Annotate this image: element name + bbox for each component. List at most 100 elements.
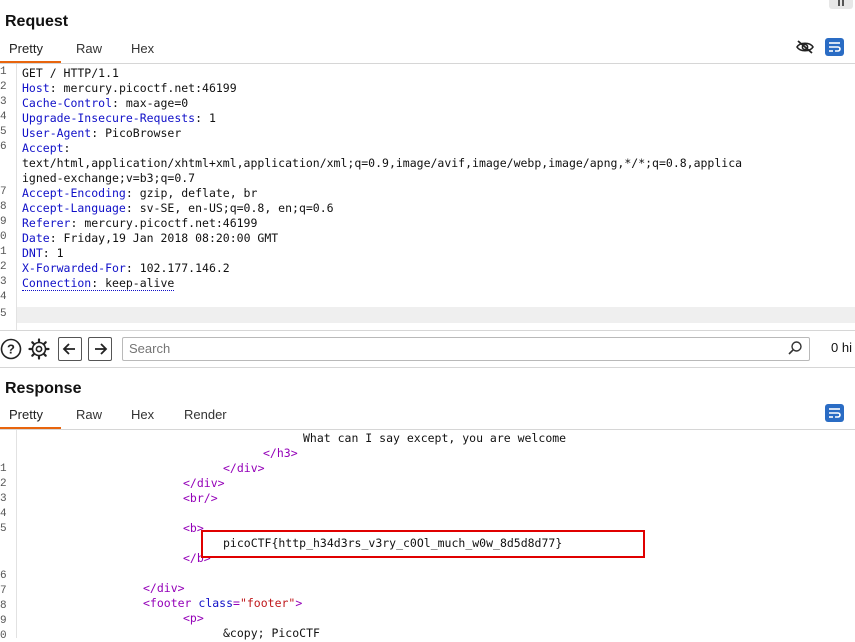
html-tag: </div> (143, 581, 185, 595)
response-panel: Response Pretty Raw Hex Render 1 2 3 4 5… (0, 368, 855, 642)
response-gutter-border (16, 430, 17, 638)
header-value: : 102.177.146.2 (125, 261, 230, 275)
line-number: 0 (0, 630, 7, 642)
line-number: 4 (0, 508, 7, 520)
header-name: X-Forwarded-For (22, 261, 126, 275)
request-line: text/html,application/xhtml+xml,applicat… (22, 156, 742, 170)
back-arrow-icon[interactable] (58, 337, 82, 361)
flag-text: picoCTF{http_h34d3rs_v3ry_c0Ol_much_w0w_… (223, 536, 563, 550)
line-number: 2 (0, 261, 7, 273)
search-input[interactable] (123, 338, 779, 358)
header-name: Accept (22, 141, 64, 155)
request-gutter-border (16, 64, 17, 330)
html-tag: <footer (143, 596, 199, 610)
header-value: : (63, 141, 71, 155)
header-value: : 1 (42, 246, 64, 260)
header-value: : Friday,19 Jan 2018 08:20:00 GMT (49, 231, 279, 245)
line-number: 5 (0, 308, 7, 320)
search-field[interactable] (122, 337, 810, 361)
wrap-lines-icon[interactable] (825, 38, 844, 56)
request-line: igned-exchange;v=b3;q=0.7 (22, 171, 195, 185)
header-value: : sv-SE, en-US;q=0.8, en;q=0.6 (125, 201, 334, 215)
html-tag: > (295, 596, 303, 610)
search-hits-count: 0 hi (831, 340, 852, 355)
help-icon[interactable]: ? (0, 338, 22, 360)
line-number: 6 (0, 141, 7, 153)
html-tag: <br/> (183, 491, 218, 505)
line-number: 9 (0, 216, 7, 228)
html-attr: class (198, 596, 234, 610)
request-editor[interactable]: 1 2 3 4 5 6 7 8 9 0 1 2 3 4 5 GET / HTTP… (0, 64, 855, 330)
line-number: 3 (0, 276, 7, 288)
request-line: Accept: (22, 141, 70, 155)
header-name: Upgrade-Insecure-Requests (22, 111, 196, 125)
request-tab-hex[interactable]: Hex (131, 38, 154, 60)
line-number: 5 (0, 523, 7, 535)
hide-nonprintable-icon[interactable] (795, 39, 815, 55)
request-start-line: GET / HTTP/1.1 (22, 66, 119, 80)
response-title: Response (5, 380, 82, 397)
request-line: Accept-Language: sv-SE, en-US;q=0.8, en;… (22, 201, 334, 215)
header-value: : PicoBrowser (91, 126, 182, 140)
request-line: X-Forwarded-For: 102.177.146.2 (22, 261, 230, 275)
html-tag: </div> (183, 476, 225, 490)
header-value: text/html,application/xhtml+xml,applicat… (22, 156, 743, 170)
line-number: 6 (0, 570, 7, 582)
header-value: : mercury.picoctf.net:46199 (70, 216, 258, 230)
request-line: Upgrade-Insecure-Requests: 1 (22, 111, 216, 125)
request-line: User-Agent: PicoBrowser (22, 126, 181, 140)
header-value: igned-exchange;v=b3;q=0.7 (22, 171, 196, 185)
pause-icon[interactable] (829, 0, 853, 9)
request-line: Cache-Control: max-age=0 (22, 96, 188, 110)
line-number: 2 (0, 81, 7, 93)
svg-text:?: ? (7, 342, 15, 357)
forward-arrow-icon[interactable] (88, 337, 112, 361)
header-name: Connection (22, 276, 92, 290)
line-number: 9 (0, 615, 7, 627)
request-title: Request (5, 13, 69, 30)
request-panel: Request Pretty Raw Hex 1 2 3 4 5 6 7 8 9… (0, 0, 855, 330)
response-tab-hex[interactable]: Hex (131, 404, 154, 426)
header-name: Accept-Language (22, 201, 126, 215)
html-tag: </h3> (263, 446, 298, 460)
response-tab-render[interactable]: Render (184, 404, 227, 426)
response-text-line: What can I say except, you are welcome (303, 431, 567, 445)
footer-tag-line: <footer class="footer"> (143, 596, 302, 610)
header-value: : max-age=0 (112, 96, 189, 110)
line-number: 8 (0, 201, 7, 213)
header-value: : mercury.picoctf.net:46199 (49, 81, 237, 95)
settings-gear-icon[interactable] (28, 338, 50, 360)
line-number: 5 (0, 126, 7, 138)
header-name: User-Agent (22, 126, 92, 140)
html-eq: = (233, 596, 240, 610)
header-name: DNT (22, 246, 43, 260)
line-number: 3 (0, 493, 7, 505)
current-line-highlight (17, 307, 855, 323)
response-editor[interactable]: 1 2 3 4 5 6 7 8 9 0 What can I say excep… (0, 430, 855, 642)
header-value: : gzip, deflate, br (125, 186, 258, 200)
header-value: : 1 (195, 111, 216, 125)
request-line: Date: Friday,19 Jan 2018 08:20:00 GMT (22, 231, 278, 245)
response-tab-raw[interactable]: Raw (76, 404, 102, 426)
request-tab-pretty[interactable]: Pretty (9, 38, 43, 60)
line-number: 8 (0, 600, 7, 612)
search-icon[interactable] (787, 340, 803, 356)
line-number: 2 (0, 478, 7, 490)
line-number: 3 (0, 96, 7, 108)
line-number: 1 (0, 66, 7, 78)
line-number: 4 (0, 291, 7, 303)
line-number: 0 (0, 231, 7, 243)
response-tab-pretty[interactable]: Pretty (9, 404, 43, 426)
header-name: Cache-Control (22, 96, 113, 110)
request-line: Accept-Encoding: gzip, deflate, br (22, 186, 257, 200)
header-name: Referer (22, 216, 71, 230)
line-number: 7 (0, 585, 7, 597)
html-tag: </div> (223, 461, 265, 475)
line-number: 1 (0, 463, 7, 475)
request-tab-raw[interactable]: Raw (76, 38, 102, 60)
wrap-lines-icon[interactable] (825, 404, 844, 422)
line-number: 1 (0, 246, 7, 258)
request-line: DNT: 1 (22, 246, 64, 260)
header-name: Host (22, 81, 50, 95)
request-line: Connection: keep-alive (22, 276, 175, 291)
